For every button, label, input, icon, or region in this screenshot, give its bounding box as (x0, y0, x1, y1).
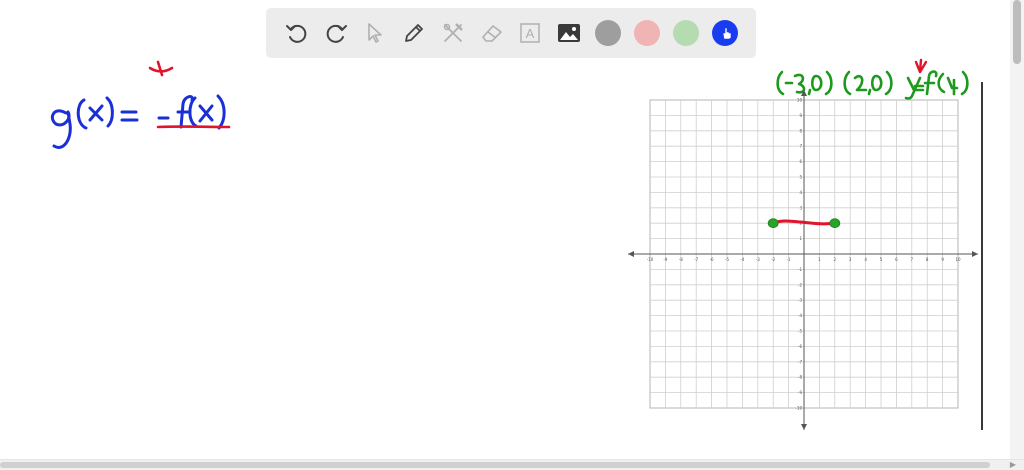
y-tick-label: -10 (795, 406, 802, 411)
y-tick-label: -6 (798, 344, 802, 349)
x-tick-label: 8 (926, 257, 929, 262)
x-tick-label: -3 (756, 257, 760, 262)
y-tick-label: -3 (798, 298, 802, 303)
horizontal-scrollbar[interactable]: ▶ (0, 459, 1024, 470)
x-tick-label: -4 (740, 257, 744, 262)
ink-close-paren-right (216, 94, 226, 130)
y-tick-label: -5 (798, 329, 802, 334)
x-tick-label: -2 (771, 257, 775, 262)
y-tick-label: -8 (798, 375, 802, 380)
ink-g (50, 109, 72, 149)
x-axis-left-arrow-icon (628, 251, 634, 257)
ink-x-left (88, 104, 104, 122)
x-tick-label: 9 (941, 257, 944, 262)
horizontal-scroll-thumb[interactable] (0, 462, 990, 468)
plotted-point-2 (829, 218, 841, 229)
x-tick-label: -8 (679, 257, 683, 262)
handwritten-equation (50, 94, 226, 149)
x-tick-label: 5 (880, 257, 883, 262)
x-tick-label: 10 (955, 257, 961, 262)
y-tick-label: -2 (798, 282, 802, 287)
ink-open-paren-right (188, 96, 198, 128)
x-tick-label: -6 (710, 257, 714, 262)
vertical-scrollbar[interactable] (1010, 0, 1024, 460)
plotted-point-1 (767, 218, 779, 229)
y-axis-down-arrow-icon (801, 424, 807, 430)
x-tick-label: -9 (663, 257, 667, 262)
x-tick-label: -1 (787, 257, 791, 262)
y-tick-label: -7 (798, 359, 802, 364)
whiteboard-canvas[interactable]: -10 -9 -8 -7 -6 -5 -4 -3 -2 -1 1 2 3 4 5 6 7 8 9 10 1098765… (0, 0, 1024, 470)
x-tick-label: 7 (911, 257, 914, 262)
x-tick-label: 1 (818, 257, 821, 262)
ink-equals (120, 110, 139, 122)
x-tick-label: 2 (834, 257, 837, 262)
y-tick-label: -9 (798, 390, 802, 395)
x-tick-label: 6 (895, 257, 898, 262)
y-tick-label: -4 (798, 313, 802, 318)
x-tick-label: -10 (647, 257, 654, 262)
x-tick-label: 4 (864, 257, 867, 262)
ink-star-mark (148, 60, 174, 77)
scroll-right-arrow-icon[interactable]: ▶ (1010, 461, 1016, 469)
red-arrow-mark (914, 58, 928, 74)
x-tick-label: -5 (725, 257, 729, 262)
y-tick-label: 10 (797, 98, 803, 103)
ink-open-paren-left (76, 98, 88, 130)
ink-close-paren-left (105, 96, 114, 128)
x-tick-label: 3 (849, 257, 852, 262)
x-axis-right-arrow-icon (972, 251, 978, 257)
vertical-scroll-thumb[interactable] (1013, 0, 1021, 64)
x-tick-label: -7 (694, 257, 698, 262)
y-tick-label: -1 (798, 267, 802, 272)
ink-x-right (198, 104, 214, 123)
